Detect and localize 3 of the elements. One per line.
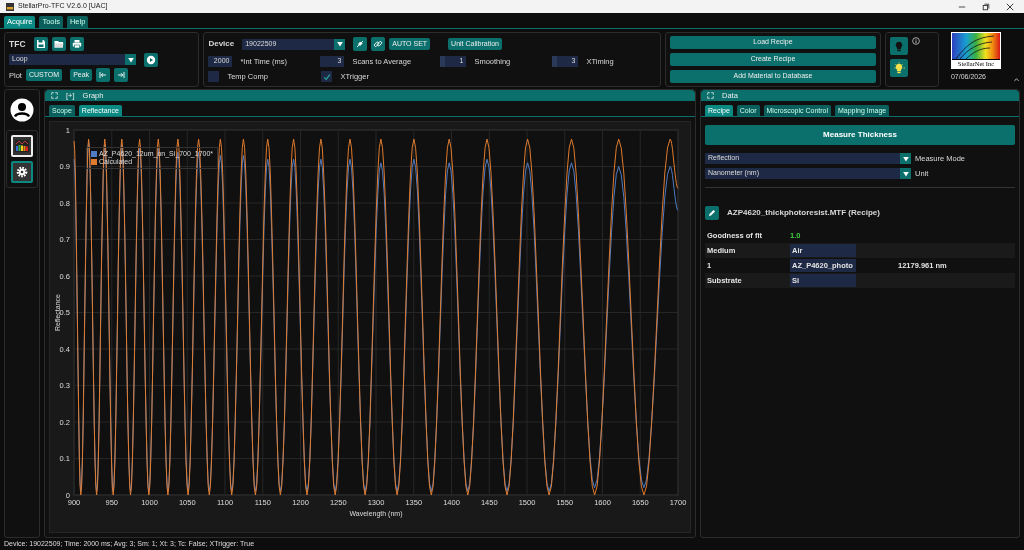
panel-label: TFC	[9, 38, 26, 50]
recipe-name: AZP4620_thickphotoresist.MTF (Recipe)	[727, 208, 880, 218]
panel-label: Device	[208, 39, 235, 49]
